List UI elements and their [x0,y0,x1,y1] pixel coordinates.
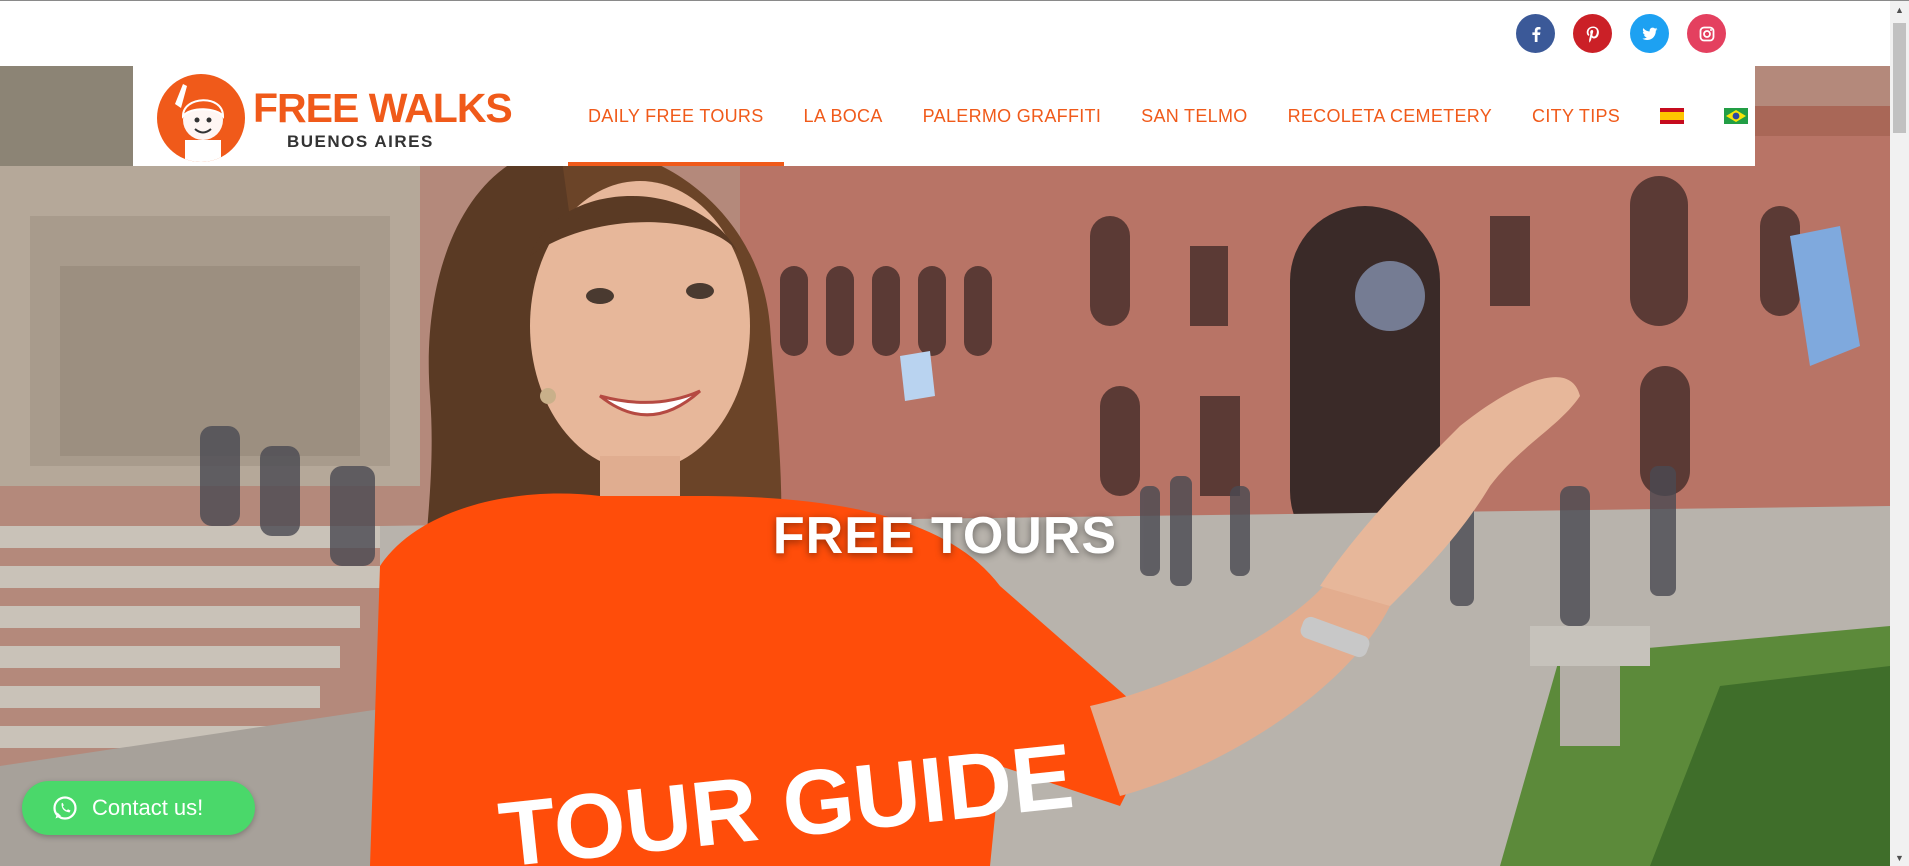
nav-item-la-boca[interactable]: LA BOCA [784,66,903,166]
hero-photo: TOUR GUIDE [0,66,1890,866]
hero-title: FREE TOURS [772,507,1118,565]
nav-item-palermo-graffiti[interactable]: PALERMO GRAFFITI [903,66,1121,166]
nav-item-recoleta-cemetery[interactable]: RECOLETA CEMETERY [1268,66,1512,166]
site-logo[interactable]: FREE WALKS BUENOS AIRES [157,70,513,162]
nav-item-label: SAN TELMO [1141,105,1248,126]
instagram-link[interactable] [1687,14,1726,53]
logo-mascot-icon [157,74,245,162]
nav-item-city-tips[interactable]: CITY TIPS [1512,66,1640,166]
brazil-flag-icon[interactable] [1724,108,1749,124]
twitter-link[interactable] [1630,14,1669,53]
scroll-up-arrow-icon[interactable]: ▲ [1890,1,1909,18]
scrollbar-thumb[interactable] [1893,23,1906,133]
pinterest-link[interactable] [1573,14,1612,53]
social-bar [0,1,1890,66]
nav-item-san-telmo[interactable]: SAN TELMO [1121,66,1267,166]
logo-title: FREE WALKS [253,85,513,131]
pinterest-icon [1584,25,1602,43]
site-header: FREE WALKS BUENOS AIRES DAILY FREE TOURS… [133,66,1755,166]
twitter-icon [1641,25,1659,43]
whatsapp-icon [53,796,77,820]
nav-item-label: DAILY FREE TOURS [588,105,764,126]
social-links [1516,14,1726,53]
nav-item-label: RECOLETA CEMETERY [1287,105,1493,126]
main-nav: DAILY FREE TOURS LA BOCA PALERMO GRAFFITI S… [568,66,1768,166]
spanish-flag-icon[interactable] [1660,108,1685,124]
nav-item-label: LA BOCA [803,105,883,126]
hero-banner: TOUR GUIDE FREE TOURS [0,66,1890,866]
logo-subtitle: BUENOS AIRES [287,132,434,151]
facebook-icon [1527,25,1545,43]
facebook-link[interactable] [1516,14,1555,53]
nav-item-label: PALERMO GRAFFITI [922,105,1102,126]
contact-us-button[interactable]: Contact us! [22,781,255,835]
vertical-scrollbar[interactable]: ▲ ▼ [1890,1,1909,866]
scroll-down-arrow-icon[interactable]: ▼ [1890,849,1909,866]
nav-item-label: CITY TIPS [1532,105,1621,126]
instagram-icon [1698,25,1716,43]
contact-us-label: Contact us! [92,795,204,820]
nav-item-daily-free-tours[interactable]: DAILY FREE TOURS [568,66,784,166]
